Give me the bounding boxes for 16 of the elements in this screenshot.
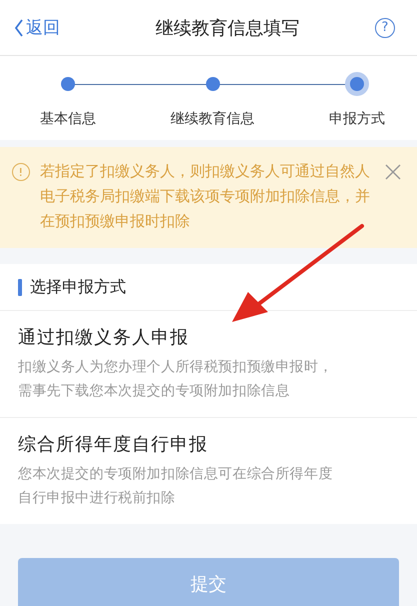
step-label: 基本信息	[40, 110, 96, 128]
help-icon[interactable]: ?	[375, 18, 395, 38]
warning-icon	[12, 163, 30, 181]
page-title: 继续教育信息填写	[156, 16, 300, 40]
section-title: 选择申报方式	[30, 276, 126, 298]
notice-text: 若指定了扣缴义务人，则扣缴义务人可通过自然人电子税务局扣缴端下载该项专项附加扣除信息，并在预扣预缴申报时扣除	[40, 161, 371, 232]
chevron-left-icon	[14, 18, 24, 36]
step-label: 申报方式	[329, 110, 385, 128]
step-label: 继续教育信息	[170, 110, 254, 128]
section-marker	[18, 278, 22, 296]
close-icon[interactable]	[385, 164, 401, 180]
back-button[interactable]: 返回	[14, 16, 60, 39]
option-title[interactable]: 通过扣缴义务人申报	[18, 325, 417, 349]
option-description: 扣缴义务人为您办理个人所得税预扣预缴申报时，需事先下载您本次提交的专项附加扣除信息	[18, 358, 334, 401]
option-title[interactable]: 综合所得年度自行申报	[18, 432, 417, 456]
option-description: 您本次提交的专项附加扣除信息可在综合所得年度自行申报中进行税前扣除	[18, 465, 334, 508]
